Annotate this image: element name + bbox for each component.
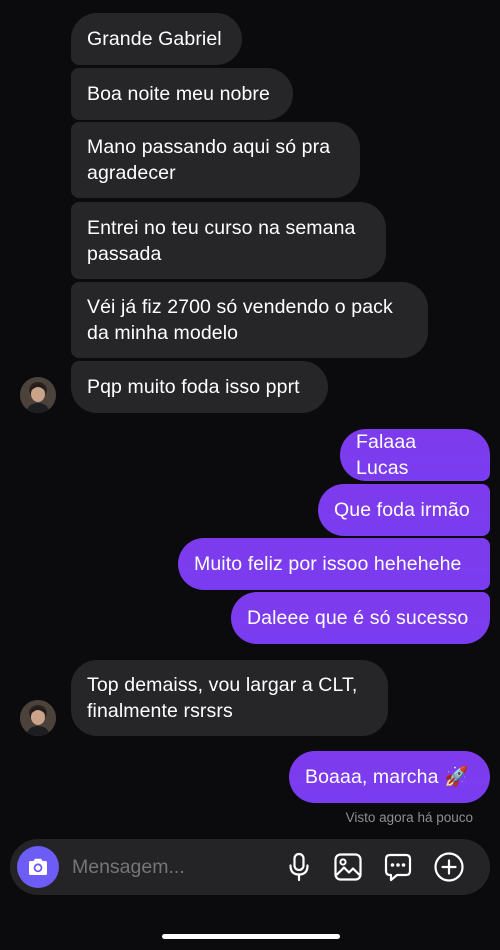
- message-bubble-incoming[interactable]: Pqp muito foda isso pprt: [71, 361, 328, 413]
- plus-button[interactable]: [433, 851, 465, 883]
- message-text: Que foda irmão: [334, 499, 470, 521]
- message-text: Daleee que é só sucesso: [247, 607, 469, 629]
- sticker-icon: [384, 853, 412, 882]
- message-bubble-incoming[interactable]: Mano passando aqui só pra agradecer: [71, 122, 360, 198]
- message-input[interactable]: [72, 853, 282, 881]
- message-bubble-incoming[interactable]: Grande Gabriel: [71, 13, 242, 65]
- avatar-image: [20, 700, 56, 736]
- message-text: Véi já fiz 2700 só vendendo o pack da mi…: [87, 296, 393, 344]
- avatar[interactable]: [20, 377, 56, 413]
- sticker-button[interactable]: [382, 851, 414, 883]
- gallery-button[interactable]: [332, 851, 364, 883]
- seen-status: Visto agora há pouco: [345, 810, 473, 825]
- message-text: Falaaa Lucas: [356, 431, 417, 479]
- message-text: Entrei no teu curso na semana passada: [87, 216, 356, 265]
- gallery-icon: [334, 853, 362, 881]
- plus-icon: [434, 852, 464, 882]
- microphone-button[interactable]: [283, 851, 315, 883]
- message-composer: [10, 839, 490, 895]
- message-text: Grande Gabriel: [87, 28, 222, 50]
- message-text: Boaaa, marcha 🚀: [305, 766, 469, 788]
- avatar-image: [20, 377, 56, 413]
- message-bubble-incoming[interactable]: Véi já fiz 2700 só vendendo o pack da mi…: [71, 282, 428, 358]
- home-indicator[interactable]: [162, 934, 340, 939]
- message-text: Top demaiss, vou largar a CLT, finalment…: [87, 674, 358, 722]
- message-text: Muito feliz por issoo hehehehe: [194, 553, 462, 575]
- message-text: Boa noite meu nobre: [87, 83, 270, 105]
- message-bubble-outgoing[interactable]: Falaaa Lucas: [340, 429, 490, 481]
- message-text: Mano passando aqui só pra agradecer: [87, 136, 331, 184]
- message-bubble-incoming[interactable]: Entrei no teu curso na semana passada: [71, 202, 386, 279]
- message-bubble-outgoing[interactable]: Que foda irmão: [318, 484, 490, 536]
- microphone-icon: [289, 852, 309, 882]
- message-text: Pqp muito foda isso pprt: [87, 376, 300, 398]
- message-bubble-outgoing[interactable]: Boaaa, marcha 🚀: [289, 751, 490, 803]
- message-bubble-outgoing[interactable]: Muito feliz por issoo hehehehe: [178, 538, 490, 590]
- message-bubble-incoming[interactable]: Top demaiss, vou largar a CLT, finalment…: [71, 660, 388, 736]
- camera-button[interactable]: [17, 846, 59, 888]
- message-bubble-outgoing[interactable]: Daleee que é só sucesso: [231, 592, 490, 644]
- camera-icon: [29, 858, 47, 875]
- avatar[interactable]: [20, 700, 56, 736]
- message-bubble-incoming[interactable]: Boa noite meu nobre: [71, 68, 293, 120]
